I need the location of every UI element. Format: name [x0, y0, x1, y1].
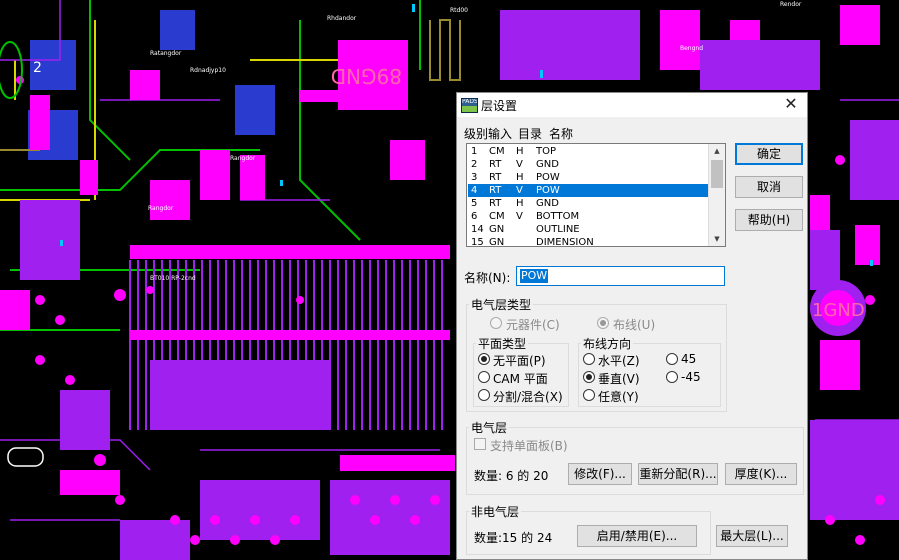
elec-type-title: 电气层类型 [469, 296, 534, 313]
layer-row[interactable]: 3 RT H POW [468, 171, 708, 184]
svg-text:Rtd00: Rtd00 [450, 7, 468, 14]
thickness-button[interactable]: 厚度(K)... [725, 463, 797, 485]
horizontal-radio[interactable] [583, 353, 595, 365]
name-label: 名称(N): [464, 271, 511, 285]
svg-text:Rangdor: Rangdor [148, 205, 174, 212]
layer-row[interactable]: 1 CM H TOP [468, 145, 708, 158]
plane-type-title: 平面类型 [476, 335, 529, 352]
layer-list-scrollbar[interactable]: ▲ ▼ [708, 144, 725, 246]
close-icon[interactable]: ✕ [781, 94, 801, 114]
elec-layers-title: 电气层 [469, 419, 510, 436]
non-elec-count: 数量:15 的 24 [474, 531, 553, 545]
vertical-label[interactable]: 垂直(V) [598, 370, 640, 387]
scroll-thumb[interactable] [711, 160, 723, 188]
angle-45-label[interactable]: 45 [681, 352, 696, 366]
vertical-radio[interactable] [583, 371, 595, 383]
svg-text:BT010 RP-2cnd: BT010 RP-2cnd [150, 275, 196, 282]
layer-row[interactable]: 15 GN DIMENSION [468, 236, 708, 246]
no-plane-radio[interactable] [478, 353, 490, 365]
layer-setup-dialog: PADS 层设置 ✕ 级别输入 目录 名称 1 CM H TOP 2 RT V GND 3R… [456, 92, 808, 560]
dialog-title: 层设置 [481, 99, 518, 113]
layer-name-value: POW [520, 269, 549, 283]
ok-button[interactable]: 确定 [735, 143, 803, 165]
svg-text:Ratangdor: Ratangdor [150, 50, 182, 57]
cam-plane-radio[interactable] [478, 371, 490, 383]
svg-text:Rhdandor: Rhdandor [327, 15, 357, 22]
pcb-label-2: 2 [33, 60, 42, 76]
angle-neg45-label[interactable]: -45 [681, 370, 701, 384]
svg-text:Rdnadjyp10: Rdnadjyp10 [190, 67, 226, 74]
svg-text:Bengnd: Bengnd [680, 45, 703, 52]
svg-text:Rangdor: Rangdor [230, 155, 256, 162]
layer-list[interactable]: 1 CM H TOP 2 RT V GND 3 RT H POW 4 RT V POW 5 RT H GND … [466, 143, 726, 247]
component-label: 元器件(C) [506, 318, 560, 332]
single-board-checkbox [474, 438, 486, 450]
modify-button[interactable]: 修改(F)... [568, 463, 632, 485]
elec-layer-count: 数量: 6 的 20 [474, 469, 549, 483]
svg-text:Rendor: Rendor [780, 1, 802, 8]
list-header-level-input: 级别输入 [464, 127, 513, 141]
split-mixed-label[interactable]: 分割/混合(X) [493, 388, 563, 405]
layer-row[interactable]: 2 RT V GND [468, 158, 708, 171]
pads-app-icon: PADS [461, 98, 478, 113]
layer-row[interactable]: 5 RT H GND [468, 197, 708, 210]
angle-45-radio[interactable] [666, 353, 678, 365]
layer-row[interactable]: 14 GN OUTLINE [468, 223, 708, 236]
layer-name-input[interactable]: POW [516, 266, 725, 286]
dialog-titlebar[interactable]: PADS 层设置 ✕ [457, 93, 807, 117]
scroll-down-icon[interactable]: ▼ [709, 232, 725, 246]
routing-label: 布线(U) [613, 318, 656, 332]
scroll-up-icon[interactable]: ▲ [709, 144, 725, 158]
single-board-label: 支持单面板(B) [490, 439, 568, 453]
cancel-button[interactable]: 取消 [735, 176, 803, 198]
pcb-label-1gnd: 1GND [812, 300, 865, 321]
component-radio [490, 317, 502, 329]
reassign-button[interactable]: 重新分配(R)... [638, 463, 718, 485]
non-elec-title: 非电气层 [469, 503, 522, 520]
layer-row-selected[interactable]: 4 RT V POW [468, 184, 708, 197]
no-plane-label[interactable]: 无平面(P) [493, 352, 546, 369]
enable-disable-button[interactable]: 启用/禁用(E)... [577, 525, 697, 547]
angle-neg45-radio[interactable] [666, 371, 678, 383]
layer-row[interactable]: 6 CM V BOTTOM [468, 210, 708, 223]
any-label[interactable]: 任意(Y) [598, 388, 639, 405]
list-header-name: 名称 [549, 127, 574, 141]
help-button[interactable]: 帮助(H) [735, 209, 803, 231]
split-mixed-radio[interactable] [478, 389, 490, 401]
max-layer-button[interactable]: 最大层(L)... [716, 525, 788, 547]
horizontal-label[interactable]: 水平(Z) [598, 352, 640, 369]
cam-plane-label[interactable]: CAM 平面 [493, 370, 548, 387]
route-dir-title: 布线方向 [581, 335, 634, 352]
any-radio[interactable] [583, 389, 595, 401]
routing-radio [597, 317, 609, 329]
pcb-label-89gnd: 89GND [331, 64, 402, 88]
list-header-dir: 目录 [518, 127, 543, 141]
